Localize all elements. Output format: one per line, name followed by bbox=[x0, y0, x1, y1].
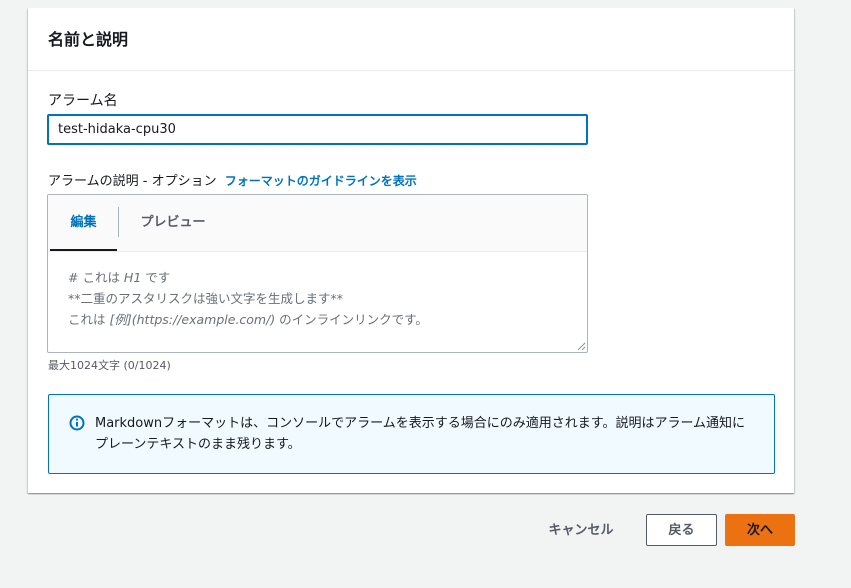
info-text: Markdownフォーマットは、コンソールでアラームを表示する場合にのみ適用され… bbox=[95, 416, 746, 452]
tab-edit[interactable]: 編集 bbox=[50, 195, 117, 251]
tab-divider bbox=[118, 207, 119, 237]
alarm-name-label: アラーム名 bbox=[48, 93, 118, 109]
placeholder-text: # これは bbox=[68, 270, 124, 285]
placeholder-text: H1 bbox=[123, 270, 142, 285]
placeholder-text: [例](https://example.com/) bbox=[109, 312, 276, 327]
back-button[interactable]: 戻る bbox=[646, 514, 717, 546]
placeholder-line-3: これは [例](https://example.com/) のインラインリンクで… bbox=[68, 309, 428, 330]
description-label: アラームの説明 - オプション bbox=[48, 174, 217, 189]
cancel-button[interactable]: キャンセル bbox=[536, 514, 626, 546]
description-label-row: アラームの説明 - オプション フォーマットのガイドラインを表示 bbox=[48, 170, 417, 189]
tab-preview[interactable]: プレビュー bbox=[128, 195, 218, 251]
markdown-info-alert: Markdownフォーマットは、コンソールでアラームを表示する場合にのみ適用され… bbox=[48, 394, 775, 474]
resize-grip-icon[interactable] bbox=[577, 342, 586, 351]
placeholder-text: これは bbox=[68, 312, 110, 327]
char-limit-hint: 最大1024文字 (0/1024) bbox=[48, 359, 171, 372]
info-icon bbox=[69, 415, 85, 431]
placeholder-text: です bbox=[141, 270, 171, 285]
name-description-panel: 名前と説明 アラーム名 アラームの説明 - オプション フォーマットのガイドライ… bbox=[28, 8, 794, 493]
placeholder-line-1: # これは H1 です bbox=[68, 267, 428, 288]
placeholder-line-2: **二重のアスタリスクは強い文字を生成します** bbox=[68, 291, 344, 306]
description-textarea-placeholder[interactable]: # これは H1 です **二重のアスタリスクは強い文字を生成します** これは [… bbox=[68, 267, 428, 330]
editor-tabs: 編集 プレビュー bbox=[48, 195, 587, 252]
panel-header: 名前と説明 bbox=[28, 8, 794, 71]
alarm-name-input[interactable] bbox=[47, 114, 588, 145]
format-guideline-link[interactable]: フォーマットのガイドラインを表示 bbox=[225, 174, 417, 188]
next-button[interactable]: 次へ bbox=[725, 514, 795, 546]
placeholder-text: のインラインリンクです。 bbox=[275, 312, 428, 327]
panel-title: 名前と説明 bbox=[48, 30, 129, 49]
description-editor[interactable]: 編集 プレビュー # これは H1 です **二重のアスタリスクは強い文字を生成し… bbox=[47, 194, 588, 353]
